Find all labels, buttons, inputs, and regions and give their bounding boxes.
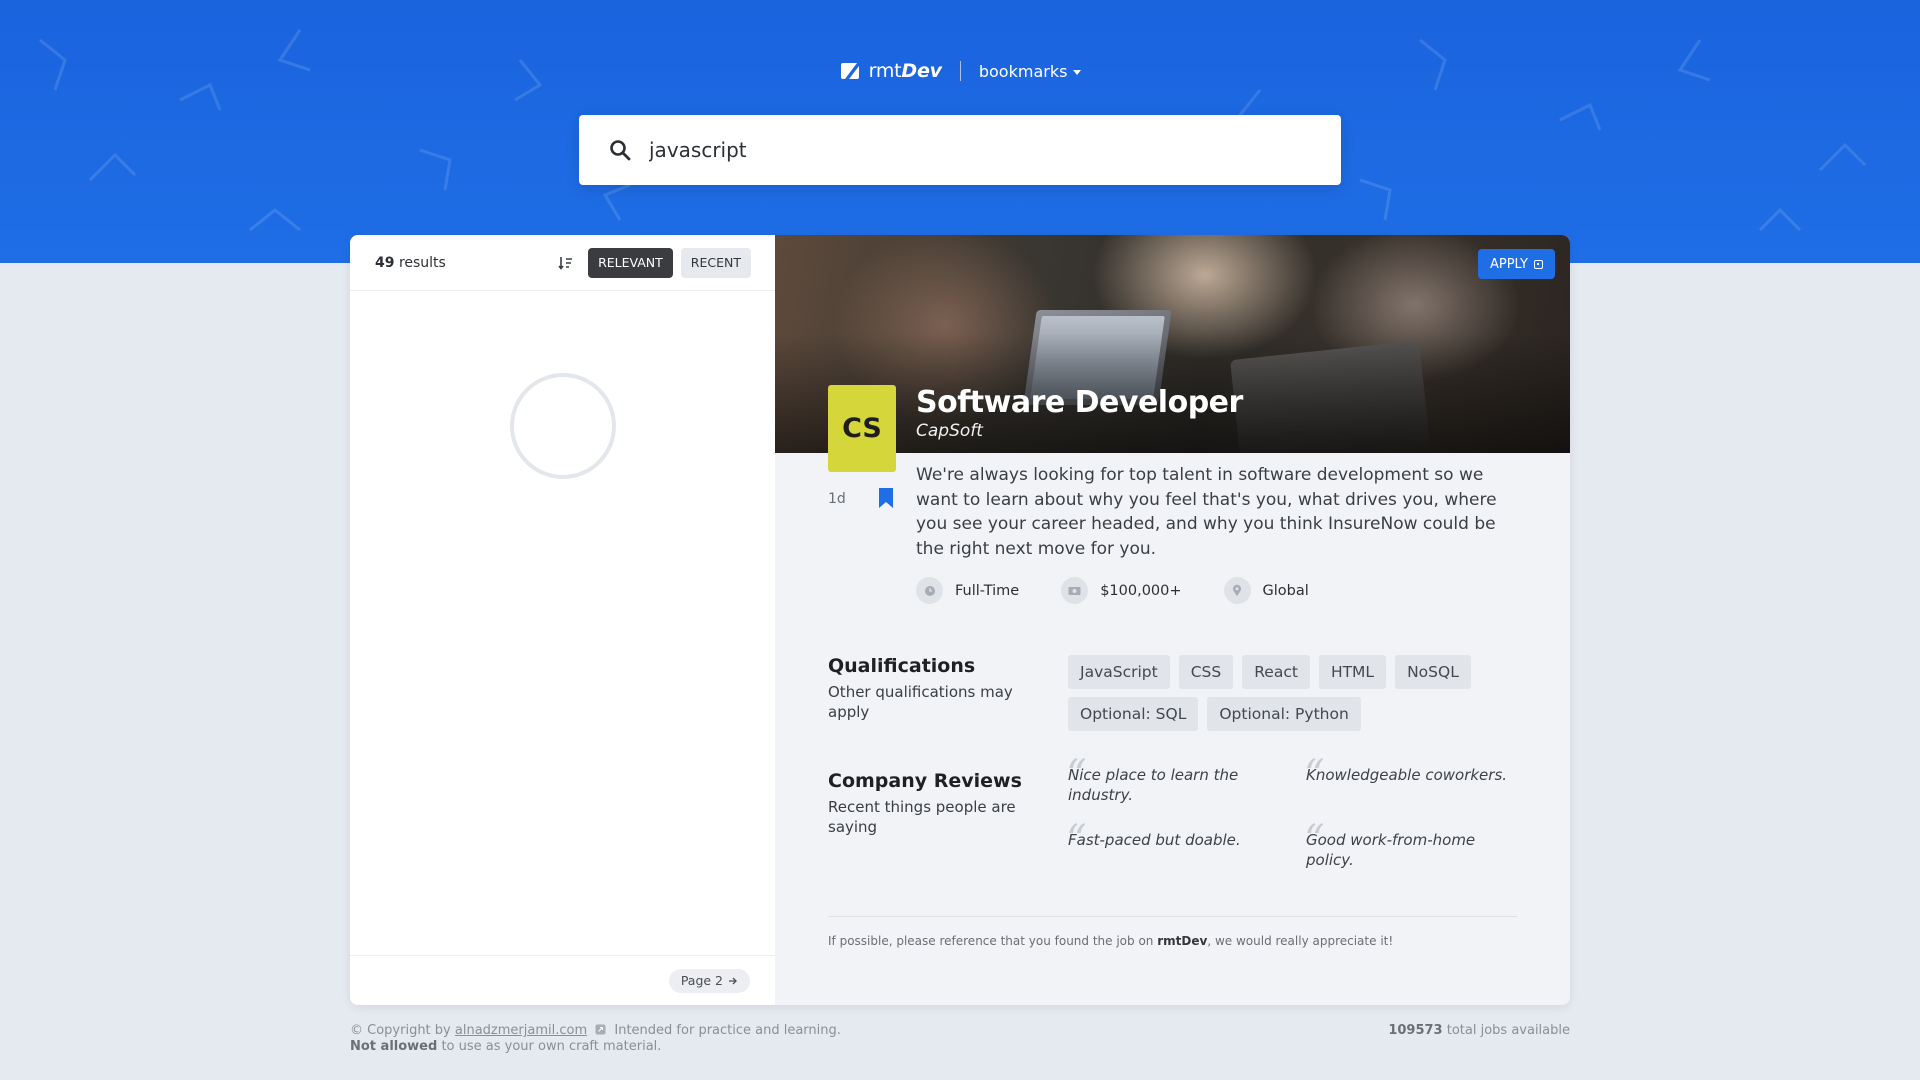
qualification-tags: JavaScript CSS React HTML NoSQL Optional…	[1068, 655, 1508, 731]
reference-note: If possible, please reference that you f…	[828, 934, 1393, 948]
money-icon	[1061, 577, 1089, 604]
note-brand: rmtDev	[1157, 934, 1208, 948]
search-input[interactable]	[649, 138, 1309, 162]
apply-button[interactable]: APPLY	[1477, 249, 1555, 279]
bookmarks-label: bookmarks	[978, 61, 1068, 81]
loading-spinner	[510, 373, 616, 479]
logo-text: rmtDev	[869, 60, 942, 82]
external-link-icon	[595, 1024, 606, 1035]
results-label: results	[398, 254, 446, 271]
sort-icon	[558, 255, 574, 271]
location-icon	[1223, 577, 1251, 604]
footer-line-2: Not allowed to use as your own craft mat…	[350, 1039, 841, 1055]
review-text: Knowledgeable coworkers.	[1306, 766, 1508, 784]
reviews-title: Company Reviews	[828, 770, 1022, 792]
pagination: Page 2	[350, 955, 775, 1005]
arrow-right-icon	[729, 977, 737, 984]
clock-icon	[916, 577, 943, 604]
footer-total-jobs: 109573 total jobs available	[1388, 1023, 1570, 1038]
search-icon[interactable]	[609, 139, 631, 161]
sidebar: 49 results RELEVANT RECENT Page 2	[350, 235, 775, 1005]
qualification-tag: CSS	[1178, 655, 1234, 689]
review-text: Good work-from-home policy.	[1306, 831, 1476, 869]
review-item: “ Knowledgeable coworkers.	[1304, 755, 1526, 795]
copyright-suffix: Intended for practice and learning.	[614, 1023, 841, 1038]
meta-location-text: Global	[1262, 582, 1309, 599]
review-item: “ Nice place to learn the industry.	[1066, 755, 1288, 805]
job-description: We're always looking for top talent in s…	[916, 465, 1497, 559]
apply-label: APPLY	[1489, 256, 1528, 272]
total-jobs-label: total jobs available	[1446, 1023, 1570, 1038]
qualifications-title: Qualifications	[828, 655, 976, 677]
meta-salary: $100,000+	[1061, 577, 1182, 604]
topbar: rmtDev bookmarks	[0, 57, 1920, 85]
note-prefix: If possible, please reference that you f…	[828, 934, 1154, 948]
meta-duration: Full-Time	[916, 577, 1019, 604]
note-suffix: , we would really appreciate it!	[1207, 934, 1394, 948]
topbar-divider	[959, 61, 961, 81]
logo-suffix: Dev	[901, 60, 942, 82]
company-badge: CS	[828, 385, 896, 472]
qualifications-subtitle: Other qualifications may apply	[828, 683, 1013, 721]
details-divider	[828, 916, 1517, 917]
main-container: 49 results RELEVANT RECENT Page 2 APPLY …	[350, 235, 1570, 1005]
review-item: “ Good work-from-home policy.	[1304, 820, 1526, 870]
review-text: Fast-paced but doable.	[1068, 831, 1241, 849]
qualification-tag: HTML	[1318, 655, 1387, 689]
copyright-prefix: © Copyright by	[350, 1023, 451, 1038]
company-name: CapSoft	[916, 421, 983, 441]
review-item: “ Fast-paced but doable.	[1066, 820, 1288, 860]
external-link-icon	[1534, 259, 1543, 269]
meta-location: Global	[1223, 577, 1309, 604]
qualification-tag: Optional: Python	[1207, 697, 1361, 731]
job-meta: Full-Time $100,000+ Global	[916, 577, 1309, 604]
next-page-button[interactable]: Page 2	[668, 968, 750, 993]
meta-duration-text: Full-Time	[955, 582, 1020, 599]
next-page-label: Page 2	[680, 973, 723, 988]
qualification-tag: React	[1242, 655, 1310, 689]
footer-line-1: © Copyright by alnadzmerjamil.com Intend…	[350, 1023, 841, 1039]
review-text: Nice place to learn the industry.	[1068, 766, 1239, 804]
total-jobs-count: 109573	[1388, 1023, 1443, 1038]
results-number: 49	[375, 254, 395, 271]
sidebar-header: 49 results RELEVANT RECENT	[350, 235, 775, 291]
qualification-tag: NoSQL	[1395, 655, 1471, 689]
job-age: 1d	[828, 491, 846, 507]
sort-relevant-button[interactable]: RELEVANT	[588, 247, 673, 278]
meta-salary-text: $100,000+	[1100, 582, 1182, 599]
reviews-list: “ Nice place to learn the industry. “ Kn…	[1066, 755, 1538, 885]
qualification-tag: Optional: SQL	[1068, 697, 1199, 731]
job-title: Software Developer	[916, 385, 1243, 420]
job-details: APPLY CS Software Developer CapSoft 1d W…	[775, 235, 1570, 1005]
bookmark-icon[interactable]	[878, 487, 894, 509]
footer-copyright: © Copyright by alnadzmerjamil.com Intend…	[350, 1023, 841, 1055]
logo[interactable]: rmtDev	[839, 60, 942, 82]
qualification-tag: JavaScript	[1068, 655, 1170, 689]
search-bar	[579, 115, 1341, 185]
sort-recent-button[interactable]: RECENT	[680, 247, 751, 278]
logo-icon	[840, 63, 859, 79]
logo-prefix: rmt	[868, 60, 902, 82]
bookmarks-button[interactable]: bookmarks	[979, 62, 1082, 81]
reviews-subtitle: Recent things people are saying	[828, 798, 1016, 836]
results-count: 49 results	[375, 255, 446, 271]
chevron-down-icon	[1073, 69, 1082, 75]
not-allowed-suffix: to use as your own craft material.	[441, 1039, 662, 1054]
copyright-link[interactable]: alnadzmerjamil.com	[455, 1023, 587, 1038]
not-allowed-text: Not allowed	[350, 1039, 438, 1054]
